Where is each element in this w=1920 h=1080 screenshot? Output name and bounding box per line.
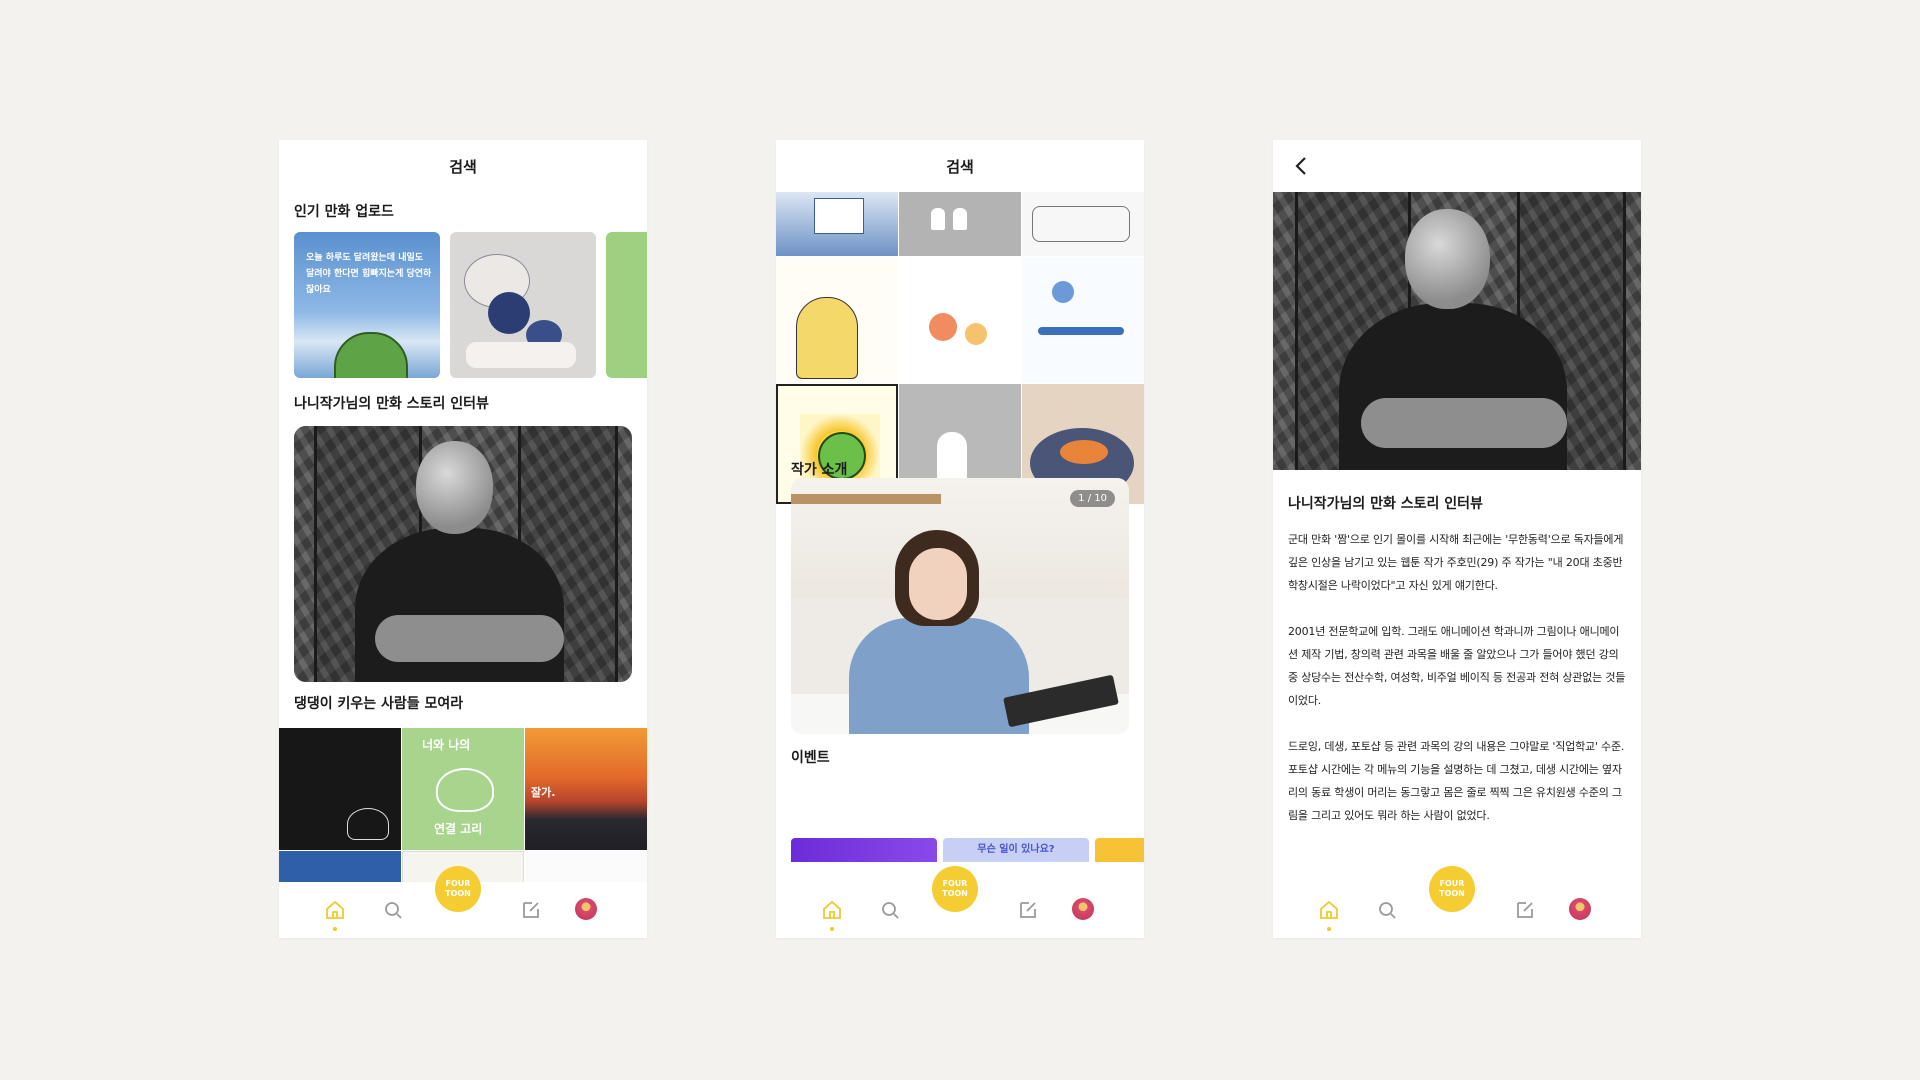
profile-avatar[interactable] <box>575 898 599 922</box>
article-paragraph: 2001년 전문학교에 입학. 그래도 애니메이션 학과니까 그림이나 애니메이… <box>1288 625 1626 707</box>
fab-text-line2: TOON <box>1439 889 1465 898</box>
event-carousel[interactable]: 무슨 일이 있나요? <box>791 838 1144 862</box>
fourtoon-logo-button[interactable]: FOUR TOON <box>932 866 978 912</box>
profile-avatar[interactable] <box>1072 898 1096 922</box>
section-title-dogs: 댕댕이 키우는 사람들 모여라 <box>294 696 464 712</box>
event-banner[interactable]: 무슨 일이 있나요? <box>943 838 1089 862</box>
comic-thumbnail[interactable]: 너와 나의 연결 고리 <box>402 728 524 850</box>
back-icon[interactable] <box>1291 154 1313 178</box>
comic-thumbnail[interactable] <box>899 192 1021 256</box>
write-icon[interactable] <box>519 898 543 922</box>
author-photo-carousel[interactable]: 1 / 10 <box>791 478 1129 734</box>
search-icon[interactable] <box>878 898 902 922</box>
fab-text-line2: TOON <box>942 889 968 898</box>
fab-text-line1: FOUR <box>942 879 968 888</box>
comic-caption: 너와 나의 <box>422 738 471 752</box>
screen-interview-detail: 나니작가님의 만화 스토리 인터뷰 군대 만화 '짬'으로 인기 몰이를 시작해… <box>1273 140 1641 938</box>
comic-thumbnail[interactable] <box>1022 257 1144 383</box>
event-banner[interactable] <box>1095 838 1144 862</box>
character-illustration <box>488 292 530 334</box>
profile-avatar[interactable] <box>1569 898 1593 922</box>
fox-illustration <box>1060 440 1108 464</box>
artist-photo <box>294 426 632 682</box>
comic-caption: 잘가. <box>531 786 556 799</box>
article-title: 나니작가님의 만화 스토리 인터뷰 <box>1288 496 1483 512</box>
carousel-pager: 1 / 10 <box>1070 490 1115 507</box>
search-icon[interactable] <box>1375 898 1399 922</box>
heart-doodle-illustration <box>436 768 494 812</box>
calendar-illustration <box>814 198 864 234</box>
bottom-navigation: FOUR TOON <box>279 866 647 938</box>
active-indicator <box>1327 927 1331 931</box>
screen-search-explore: 검색 작가 소개 1 / 10 이벤트 무슨 일이 있나요? FOUR TOON <box>776 140 1144 938</box>
comic-grid <box>776 192 1144 504</box>
cat-doodle-illustration <box>347 808 389 840</box>
fab-text-line2: TOON <box>445 889 471 898</box>
fab-text-line1: FOUR <box>1439 879 1465 888</box>
write-icon[interactable] <box>1016 898 1040 922</box>
bottom-navigation: FOUR TOON <box>1273 866 1641 938</box>
interview-thumbnail[interactable] <box>294 426 632 682</box>
screen-search-home: 검색 인기 만화 업로드 오늘 하루도 달려왔는데 내일도 달려야 한다면 힘빠… <box>279 140 647 938</box>
fab-text-line1: FOUR <box>445 879 471 888</box>
header-title: 검색 <box>946 157 974 176</box>
search-icon[interactable] <box>381 898 405 922</box>
header-title: 검색 <box>449 157 477 176</box>
home-icon[interactable] <box>820 898 844 922</box>
article-paragraph: 드로잉, 데생, 포토샵 등 관련 과목의 강의 내용은 그야말로 '직업학교'… <box>1288 740 1625 822</box>
section-title-interview: 나니작가님의 만화 스토리 인터뷰 <box>294 396 489 412</box>
comic-thumbnail[interactable] <box>776 257 898 383</box>
section-title-event: 이벤트 <box>791 750 830 766</box>
article-paragraph: 군대 만화 '짬'으로 인기 몰이를 시작해 최근에는 '무한동력'으로 독자들… <box>1288 533 1624 592</box>
comic-thumbnail[interactable] <box>899 257 1021 383</box>
frog-character-illustration <box>334 332 408 378</box>
comic-caption: 연결 고리 <box>434 822 483 836</box>
fourtoon-logo-button[interactable]: FOUR TOON <box>1429 866 1475 912</box>
fourtoon-logo-button[interactable]: FOUR TOON <box>435 866 481 912</box>
active-indicator <box>830 927 834 931</box>
active-indicator <box>333 927 337 931</box>
header: 검색 <box>279 140 647 192</box>
section-title-popular: 인기 만화 업로드 <box>294 204 394 220</box>
header: 검색 <box>776 140 1144 192</box>
comic-thumbnail[interactable] <box>279 728 401 850</box>
interview-hero-image <box>1273 192 1641 470</box>
home-icon[interactable] <box>323 898 347 922</box>
sofa-illustration <box>1032 206 1130 242</box>
section-title-author: 작가 소개 <box>791 462 848 478</box>
popular-card-partial[interactable] <box>606 232 647 378</box>
character-illustration <box>796 297 858 379</box>
artist-photo <box>1273 192 1641 470</box>
popular-card[interactable] <box>450 232 596 378</box>
bottom-navigation: FOUR TOON <box>776 866 1144 938</box>
comic-thumbnail[interactable] <box>1022 192 1144 256</box>
comic-thumbnail[interactable]: 잘가. <box>525 728 647 850</box>
write-icon[interactable] <box>1513 898 1537 922</box>
event-banner[interactable] <box>791 838 937 862</box>
card-caption: 오늘 하루도 달려왔는데 내일도 달려야 한다면 힘빠지는게 당연하잖아요 <box>306 253 432 295</box>
popular-carousel[interactable]: 오늘 하루도 달려왔는데 내일도 달려야 한다면 힘빠지는게 당연하잖아요 <box>294 232 647 378</box>
header <box>1273 140 1641 192</box>
blanket-illustration <box>466 342 576 368</box>
comic-thumbnail[interactable] <box>776 192 898 256</box>
home-icon[interactable] <box>1317 898 1341 922</box>
popular-card[interactable]: 오늘 하루도 달려왔는데 내일도 달려야 한다면 힘빠지는게 당연하잖아요 <box>294 232 440 378</box>
article-body: 나니작가님의 만화 스토리 인터뷰 군대 만화 '짬'으로 인기 몰이를 시작해… <box>1288 480 1627 850</box>
